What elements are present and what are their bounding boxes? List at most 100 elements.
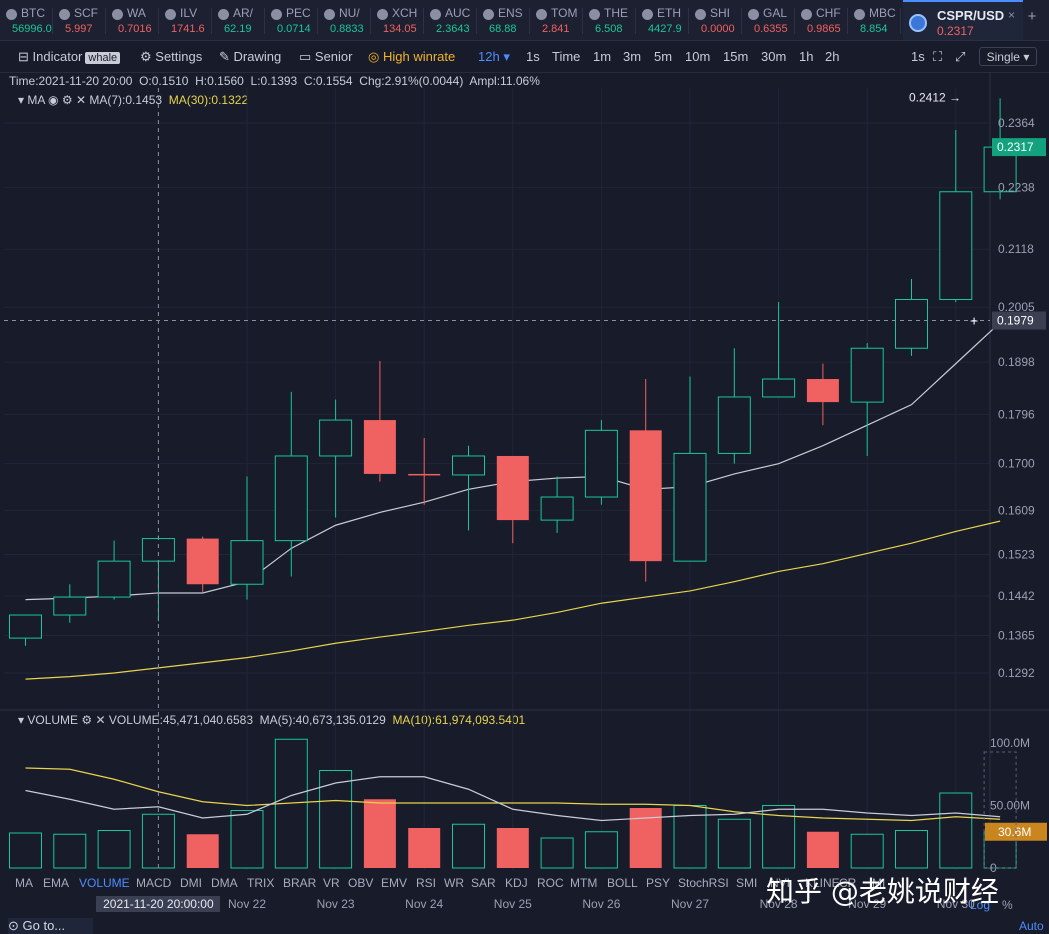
- price-tick-label: 0.2118: [998, 242, 1034, 256]
- candle-body: [141, 538, 175, 562]
- volume-tick-label: 50.00M: [990, 799, 1030, 813]
- indicator-tab-ema[interactable]: EMA: [43, 876, 69, 890]
- auto-toggle[interactable]: Auto: [1019, 919, 1044, 933]
- indicator-tab-obv[interactable]: OBV: [348, 876, 373, 890]
- volume-bar[interactable]: [186, 834, 219, 868]
- volume-bar[interactable]: [9, 832, 42, 869]
- volume-bar[interactable]: [408, 828, 441, 868]
- indicator-tab-stochrsi[interactable]: StochRSI: [678, 876, 729, 890]
- candle[interactable]: [452, 445, 485, 531]
- volume-bar[interactable]: [363, 799, 396, 868]
- indicator-tab-psy[interactable]: PSY: [646, 876, 670, 890]
- indicator-tab-boll[interactable]: BOLL: [607, 876, 638, 890]
- volume-bar[interactable]: [850, 833, 884, 869]
- candle[interactable]: [673, 376, 707, 562]
- price-tick-label: 0.1442: [998, 589, 1035, 603]
- candle[interactable]: [850, 343, 884, 456]
- date-tick-label: Nov 22: [227, 897, 267, 911]
- candle[interactable]: [274, 391, 308, 577]
- candle[interactable]: [319, 399, 353, 518]
- indicator-tab-dma[interactable]: DMA: [211, 876, 238, 890]
- price-tick-label: 0.1796: [998, 407, 1035, 421]
- volume-bar[interactable]: [806, 831, 839, 868]
- indicator-tab-mtm[interactable]: MTM: [570, 876, 597, 890]
- volume-bar[interactable]: [53, 833, 87, 869]
- candle[interactable]: [540, 476, 574, 533]
- volume-bar[interactable]: [717, 818, 751, 869]
- indicator-tab-vr[interactable]: VR: [323, 876, 340, 890]
- crosshair-plus-icon[interactable]: +: [970, 313, 978, 329]
- date-tick-label: Nov 23: [316, 897, 355, 911]
- crosshair-date-label: 2021-11-20 20:00:00: [96, 896, 221, 912]
- candle-body: [186, 538, 219, 585]
- candle-body: [97, 560, 131, 598]
- goto-button[interactable]: ⊙ Go to...: [8, 918, 93, 934]
- candle[interactable]: [806, 363, 839, 426]
- candle-body: [895, 298, 928, 349]
- price-axis: 0.23640.22380.21180.20050.18980.17960.17…: [990, 116, 1035, 875]
- candle[interactable]: [9, 614, 42, 646]
- candle[interactable]: [363, 361, 396, 482]
- candle[interactable]: [53, 584, 87, 623]
- indicator-tab-dmi[interactable]: DMI: [180, 876, 202, 890]
- volume-bar[interactable]: [584, 831, 618, 869]
- price-tick-label: 0.1365: [998, 629, 1035, 643]
- volume-bar[interactable]: [230, 810, 264, 869]
- indicator-tab-ma[interactable]: MA: [15, 876, 33, 890]
- price-tick-label: 0.1523: [998, 547, 1035, 561]
- volume-tick-label: 100.0M: [990, 736, 1030, 750]
- candle[interactable]: [895, 278, 928, 356]
- high-price-marker: 0.2412 →: [909, 90, 961, 104]
- candle[interactable]: [939, 130, 973, 303]
- location-icon: ⊙: [8, 918, 23, 933]
- volume-bar[interactable]: [540, 837, 574, 869]
- candlestick-chart[interactable]: 0.23640.22380.21180.20050.18980.17960.17…: [0, 0, 1049, 934]
- date-tick-label: Nov 27: [670, 897, 710, 911]
- indicator-tab-roc[interactable]: ROC: [537, 876, 564, 890]
- goto-label: Go to...: [22, 918, 66, 933]
- volume-bar[interactable]: [939, 792, 973, 869]
- indicator-tab-wr[interactable]: WR: [444, 876, 464, 890]
- volume-bar[interactable]: [452, 823, 485, 869]
- candle[interactable]: [496, 455, 529, 544]
- crosshair-price-label: 0.1979: [997, 314, 1034, 328]
- candle-body: [363, 420, 396, 474]
- candle-body: [540, 496, 574, 521]
- candle[interactable]: [717, 348, 751, 464]
- candle-body: [673, 452, 707, 562]
- candle-body: [939, 191, 973, 300]
- indicator-tab-brar[interactable]: BRAR: [283, 876, 316, 890]
- indicator-tab-smi[interactable]: SMI: [736, 876, 757, 890]
- candle-body: [9, 614, 42, 639]
- indicator-tab-trix[interactable]: TRIX: [247, 876, 274, 890]
- indicator-tab-macd[interactable]: MACD: [136, 876, 171, 890]
- candle[interactable]: [186, 536, 219, 592]
- candle[interactable]: [408, 438, 441, 505]
- indicator-tab-emv[interactable]: EMV: [381, 876, 407, 890]
- volume-bar[interactable]: [97, 830, 131, 869]
- candle[interactable]: [629, 379, 662, 582]
- candle-body: [806, 379, 839, 403]
- price-tick-label: 0.1292: [998, 666, 1035, 680]
- candle-body: [850, 347, 884, 403]
- volume-bar[interactable]: [319, 770, 353, 869]
- volume-bar[interactable]: [496, 828, 529, 868]
- indicator-tab-volume[interactable]: VOLUME: [79, 876, 130, 890]
- candle-body: [717, 396, 751, 454]
- indicator-tab-kdj[interactable]: KDJ: [505, 876, 528, 890]
- candle[interactable]: [584, 420, 618, 505]
- candle-body: [762, 378, 796, 398]
- watermark: 知乎 @老姚说财经: [766, 875, 999, 908]
- candle[interactable]: [762, 302, 796, 398]
- price-tick-label: 0.2238: [998, 181, 1035, 195]
- last-price-label: 0.2317: [997, 140, 1034, 154]
- candle[interactable]: [97, 540, 131, 600]
- percent-toggle[interactable]: %: [1002, 898, 1013, 912]
- price-tick-label: 0.1609: [998, 503, 1035, 517]
- candle[interactable]: [230, 476, 264, 600]
- price-tick-label: 0.1898: [998, 355, 1035, 369]
- candle-body: [230, 540, 264, 585]
- volume-bar[interactable]: [895, 830, 928, 869]
- indicator-tab-sar[interactable]: SAR: [471, 876, 496, 890]
- indicator-tab-rsi[interactable]: RSI: [416, 876, 436, 890]
